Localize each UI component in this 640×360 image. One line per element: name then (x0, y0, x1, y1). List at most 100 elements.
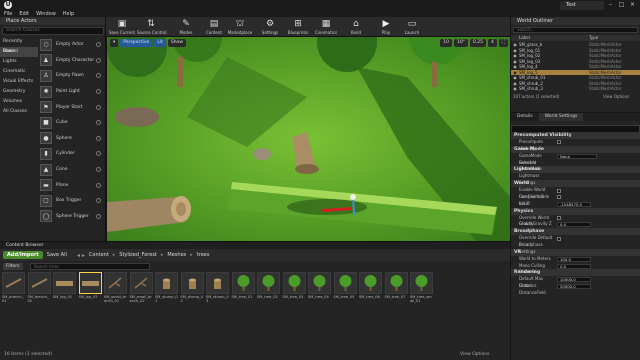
camera-speed[interactable]: 4 (487, 39, 497, 47)
blueprints-button[interactable]: ⊞ Blueprints (284, 17, 312, 37)
property-checkbox[interactable] (557, 195, 561, 200)
section-header[interactable]: Rendering (511, 269, 640, 277)
asset-tile[interactable]: SM_tree_01 (231, 272, 255, 306)
scale-snap[interactable]: 0.25 (469, 39, 486, 47)
asset-tile[interactable]: SM_small_branch_01 (104, 272, 127, 306)
property-value[interactable]: 20000.0 (557, 284, 591, 290)
back-arrow-icon[interactable]: ◂ (77, 252, 80, 259)
help-icon[interactable] (96, 104, 101, 110)
section-header[interactable]: Physics (511, 207, 640, 215)
asset-tile[interactable]: SM_tree_07 (384, 272, 408, 306)
asset-tile[interactable]: SM_branch_01 (2, 272, 25, 306)
asset-tile[interactable]: SM_stump_03 (206, 272, 229, 306)
build-button[interactable]: ⌂ Build (342, 17, 370, 37)
help-icon[interactable] (96, 198, 101, 204)
save-current-button[interactable]: ▣ Save Current (108, 17, 136, 37)
help-icon[interactable] (96, 151, 101, 157)
breadcrumb-stylized-forest[interactable]: Stylized_Forest (119, 252, 157, 258)
launch-button[interactable]: ▭ Launch (398, 17, 426, 37)
close-icon[interactable]: × (628, 1, 637, 9)
minimize-icon[interactable]: – (606, 1, 615, 9)
filters-button[interactable]: Filters (3, 263, 23, 270)
lit-button[interactable]: Lit (154, 39, 166, 47)
section-header[interactable]: Precomputed Visibility (511, 132, 640, 139)
asset-tile[interactable]: SM_tree_03 (282, 272, 306, 306)
help-icon[interactable] (96, 73, 101, 79)
help-icon[interactable] (96, 213, 101, 219)
asset-tile[interactable]: SM_stump_02 (180, 272, 204, 306)
show-button[interactable]: Show (167, 39, 187, 47)
asset-tile[interactable]: SM_tree_05 (333, 272, 357, 306)
actor-item[interactable]: ⚑ Player Start (39, 99, 105, 115)
asset-tile[interactable]: SM_log_01 (53, 272, 76, 306)
translate-snap[interactable]: 10 (440, 39, 452, 47)
actor-item[interactable]: ▲ Cone (39, 162, 105, 178)
actor-item[interactable]: ♙ Empty Pawn (39, 68, 105, 84)
content-browser-tab[interactable]: Content Browser (0, 243, 44, 248)
project-tab[interactable]: Test (560, 1, 604, 10)
property-checkbox[interactable] (557, 236, 561, 241)
actor-item[interactable]: ✺ Point Light (39, 84, 105, 100)
asset-tile[interactable]: SM_branch_02 (27, 272, 51, 306)
eye-icon[interactable]: ◉ (511, 86, 519, 92)
world-outliner-tab[interactable]: World Outliner (511, 17, 640, 25)
category-geometry[interactable]: Geometry (0, 87, 38, 97)
property-value[interactable]: 10000.0 (557, 277, 591, 283)
property-value[interactable]: 0.0 (557, 263, 591, 269)
category-recently-placed[interactable]: Recently Placed (0, 37, 38, 54)
help-icon[interactable] (96, 135, 101, 141)
property-dropdown[interactable]: None (557, 153, 597, 159)
category-volumes[interactable]: Volumes (0, 97, 38, 107)
tab-world-settings[interactable]: World Settings (538, 113, 584, 121)
marketplace-button[interactable]: ⛫ Marketplace (226, 17, 254, 37)
property-value[interactable]: 0.0 (557, 222, 591, 228)
maximize-icon[interactable]: □ (617, 1, 626, 9)
breadcrumb-content[interactable]: Content (89, 252, 109, 258)
breadcrumb-meshes[interactable]: Meshes (167, 252, 186, 258)
maximize-viewport-icon[interactable]: ⛶ (498, 39, 508, 47)
menu-help[interactable]: Help (63, 11, 74, 17)
rotate-snap[interactable]: 10° (453, 39, 468, 47)
category-visual-effects[interactable]: Visual Effects (0, 77, 38, 87)
perspective-button[interactable]: Perspective (120, 39, 153, 47)
section-header[interactable]: Game Mode (511, 145, 640, 153)
property-value[interactable]: -1048575.0 (557, 201, 591, 207)
modes-button[interactable]: ✎ Modes (172, 17, 200, 37)
forward-arrow-icon[interactable]: ▸ (82, 252, 85, 259)
outliner-row[interactable]: ◉ SM_shrub_3 StaticMeshActor (511, 86, 640, 92)
menu-edit[interactable]: Edit (19, 11, 29, 17)
actor-item[interactable]: ▢ Box Trigger (39, 193, 105, 209)
settings-button[interactable]: ⚙ Settings (256, 17, 284, 37)
source-control-button[interactable]: ⇅ Source Control (137, 17, 166, 37)
content-view-options[interactable]: View Options (460, 352, 489, 357)
level-viewport[interactable]: ▾ Perspective Lit Show 10 10° 0.25 4 ⛶ (107, 37, 510, 242)
property-checkbox[interactable] (557, 188, 561, 193)
actor-item[interactable]: ▬ Plane (39, 177, 105, 193)
property-checkbox[interactable] (557, 215, 561, 220)
help-icon[interactable] (96, 57, 101, 63)
tab-details[interactable]: Details (511, 113, 539, 121)
outliner-view-options[interactable]: View Options (603, 94, 629, 99)
help-icon[interactable] (96, 89, 101, 95)
place-search-input[interactable]: Search Classes (2, 27, 104, 35)
actor-item[interactable]: ● Sphere (39, 131, 105, 147)
actor-item[interactable]: ◯ Sphere Trigger (39, 209, 105, 225)
help-icon[interactable] (96, 42, 101, 48)
outliner-search-input[interactable]: Search... (513, 27, 638, 33)
asset-tile[interactable]: SM_tree_04 (308, 272, 331, 306)
section-header[interactable]: Broadphase (511, 228, 640, 236)
cinematics-button[interactable]: ▦ Cinematics (312, 17, 340, 37)
asset-tile[interactable]: SM_small_branch_02 (129, 272, 153, 306)
menu-file[interactable]: File (4, 11, 12, 17)
actor-item[interactable]: ■ Cube (39, 115, 105, 131)
help-icon[interactable] (96, 182, 101, 188)
category-lights[interactable]: Lights (0, 57, 38, 67)
play-button[interactable]: ▶ Play (372, 17, 400, 37)
property-value[interactable]: 100.0 (557, 256, 591, 262)
help-icon[interactable] (96, 167, 101, 173)
asset-tile[interactable]: SM_tree_06 (359, 272, 382, 306)
category-cinematic[interactable]: Cinematic (0, 67, 38, 77)
asset-tile[interactable]: SM_log_02 (78, 272, 102, 306)
actor-item[interactable]: ♟ Empty Character (39, 53, 105, 69)
category-basic[interactable]: Basic (0, 47, 38, 57)
